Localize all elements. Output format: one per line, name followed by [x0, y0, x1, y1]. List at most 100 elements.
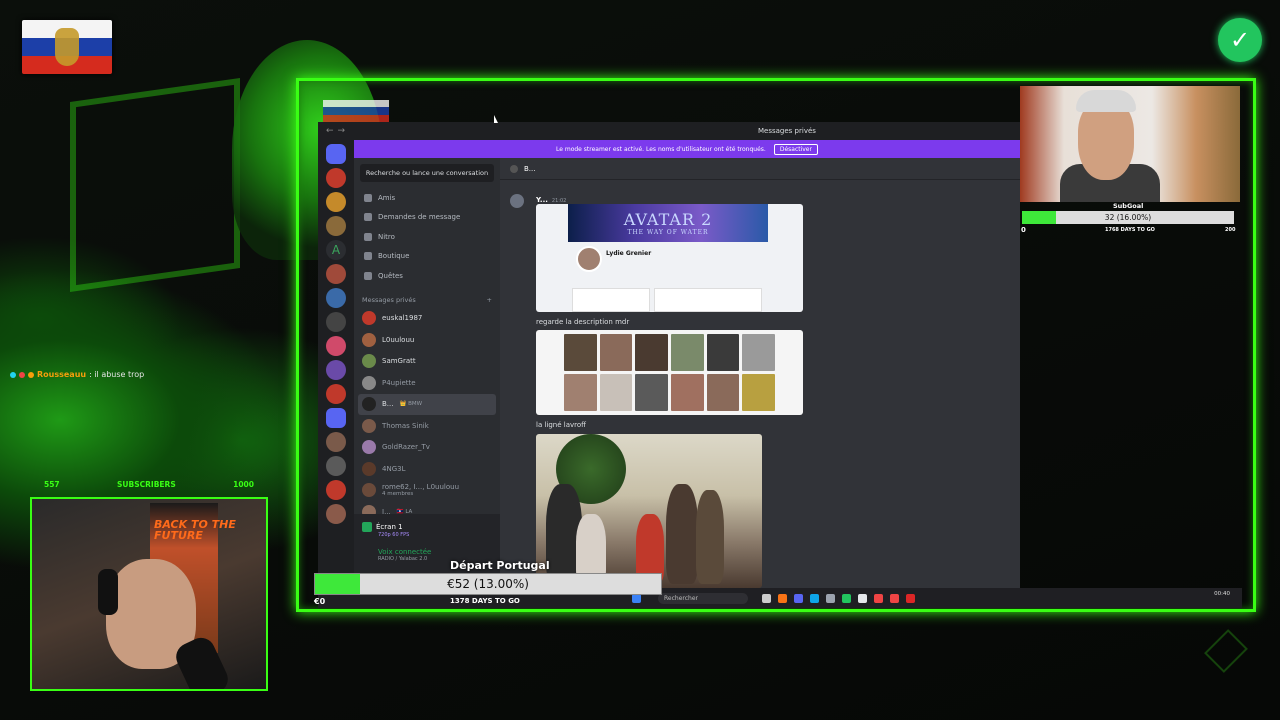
banner-title: AVATAR 2	[623, 210, 713, 229]
avatar	[510, 164, 518, 173]
profile-picture	[576, 246, 602, 272]
quest-icon	[364, 271, 372, 280]
headphones-icon	[98, 569, 118, 615]
dm-item-selected[interactable]: B... 👑 BMW	[358, 393, 496, 415]
server-icon[interactable]	[326, 384, 346, 404]
discord-icon[interactable]	[794, 594, 803, 603]
screen-share-quality: 720p 60 FPS	[378, 532, 410, 538]
server-icon[interactable]	[326, 264, 346, 284]
avatar	[362, 311, 376, 326]
nav-nitro[interactable]: Nitro	[354, 227, 500, 247]
start-icon[interactable]	[632, 594, 641, 603]
chat-text: : il abuse trop	[89, 370, 145, 379]
nav-quests[interactable]: Quêtes	[354, 266, 500, 286]
donation-goal-days: 1378 DAYS TO GO	[450, 597, 520, 605]
youtube-icon[interactable]	[874, 594, 883, 603]
folder-icon[interactable]	[326, 408, 346, 428]
verified-check-icon: ✓	[1218, 18, 1262, 62]
avatar	[362, 354, 376, 369]
screen-share-status[interactable]: Écran 1	[362, 522, 492, 532]
channel-logo	[70, 78, 240, 292]
disable-streamer-mode-button[interactable]: Désactiver	[773, 143, 818, 155]
dm-item[interactable]: P4upiette	[354, 372, 500, 394]
sub-goal-days: 1768 DAYS TO GO	[1105, 227, 1155, 233]
sub-goal-max: 200	[1225, 227, 1236, 233]
subscribers-current: 557	[44, 480, 60, 489]
app-icon[interactable]	[858, 594, 867, 603]
server-icon[interactable]: A	[326, 240, 346, 260]
server-icon[interactable]	[326, 432, 346, 452]
discord-window: ←→ Messages privés Le mode streamer est …	[318, 122, 1020, 588]
dm-section-header: Messages privés +	[362, 295, 492, 304]
server-icon[interactable]	[326, 312, 346, 332]
message-text: regarde la description mdr	[536, 318, 630, 326]
dm-group-item[interactable]: rome62, I..., L0uulouu 4 membres	[354, 480, 500, 502]
avatar	[362, 440, 376, 455]
dm-item[interactable]: L0uulouu	[354, 329, 500, 351]
server-icon[interactable]	[326, 288, 346, 308]
image-attachment[interactable]: AVATAR 2 THE WAY OF WATER Lydie Grenier	[536, 204, 803, 312]
avatar	[362, 332, 376, 347]
pdf-icon[interactable]	[906, 594, 915, 603]
avatar	[362, 375, 376, 390]
chat-username: Rousseauu	[37, 370, 87, 379]
app-icon[interactable]	[826, 594, 835, 603]
nitro-icon	[364, 232, 372, 241]
badge-icon	[28, 371, 34, 378]
server-icon[interactable]	[326, 504, 346, 524]
nav-shop[interactable]: Boutique	[354, 247, 500, 267]
friends-icon	[364, 193, 372, 202]
server-icon[interactable]	[326, 216, 346, 236]
message-author[interactable]: Y...	[536, 196, 548, 204]
title-bar: ←→ Messages privés	[318, 122, 1020, 140]
dm-item[interactable]: GoldRazer_Tv	[354, 437, 500, 459]
server-icon[interactable]	[326, 456, 346, 476]
server-icon[interactable]	[326, 360, 346, 380]
streamer-webcam: BACK TO THE FUTURE	[30, 497, 268, 691]
badge-icon	[19, 371, 25, 378]
donation-goal-bar: €52 (13.00%)	[314, 573, 662, 595]
file-explorer-icon[interactable]	[762, 594, 771, 603]
stream-chat-message: Rousseauu : il abuse trop	[10, 370, 144, 379]
sub-goal-value: 32 (16.00%)	[1104, 213, 1152, 222]
brave-icon[interactable]	[778, 594, 787, 603]
sub-goal-min: 0	[1021, 226, 1026, 234]
poster-title: BACK TO THE FUTURE	[154, 518, 236, 542]
banner-subtitle: THE WAY OF WATER	[627, 229, 709, 236]
app-icon[interactable]	[810, 594, 819, 603]
add-dm-button[interactable]: +	[487, 296, 492, 304]
dm-item[interactable]: 4NG3L	[354, 458, 500, 480]
dm-item[interactable]: SamGratt	[354, 351, 500, 373]
discord-home-icon[interactable]	[326, 144, 346, 164]
dm-item[interactable]: euskal1987	[354, 308, 500, 330]
guest-webcam	[1020, 86, 1240, 202]
dm-item[interactable]: Thomas Sinik	[354, 415, 500, 437]
donation-goal-title: Départ Portugal	[450, 559, 550, 572]
russia-flag-icon	[22, 20, 112, 74]
dm-sidebar: Recherche ou lance une conversation Amis…	[354, 158, 500, 588]
taskbar-search[interactable]: Rechercher	[658, 593, 748, 604]
play-icon[interactable]	[842, 594, 851, 603]
nav-message-requests[interactable]: Demandes de message	[354, 208, 500, 228]
taskbar-clock[interactable]: 00:40	[1214, 591, 1230, 597]
server-icon[interactable]	[326, 192, 346, 212]
streamer-mode-banner: Le mode streamer est activé. Les noms d'…	[354, 140, 1020, 158]
server-list: A	[318, 140, 354, 588]
avatar	[362, 461, 376, 476]
sub-goal-title: SubGoal	[1113, 202, 1144, 210]
server-icon[interactable]	[326, 336, 346, 356]
subscribers-counter: 557 SUBSCRIBERS 1000	[30, 480, 268, 492]
badge-icon	[10, 371, 16, 378]
youtube-icon[interactable]	[890, 594, 899, 603]
nav-friends[interactable]: Amis	[354, 188, 500, 208]
message-text: la ligné lavroff	[536, 421, 586, 429]
image-attachment[interactable]	[536, 330, 803, 415]
profile-name: Lydie Grenier	[606, 250, 652, 257]
server-icon[interactable]	[326, 480, 346, 500]
search-input[interactable]: Recherche ou lance une conversation	[360, 164, 494, 182]
back-forward-arrows-icon[interactable]: ←→	[326, 126, 349, 136]
screen-share-icon	[362, 522, 372, 532]
image-attachment[interactable]	[536, 434, 762, 588]
donation-goal-min: €0	[314, 597, 326, 606]
server-icon[interactable]	[326, 168, 346, 188]
